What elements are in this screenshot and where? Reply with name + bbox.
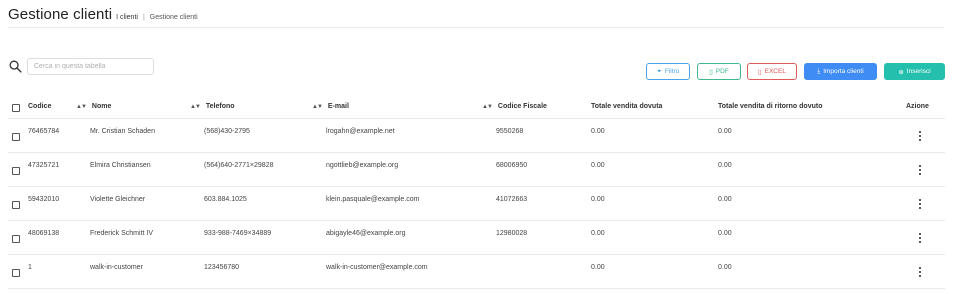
- filter-button-label: Filtro: [664, 68, 680, 75]
- row-actions-kebab-icon[interactable]: [918, 199, 922, 211]
- column-header-tax-code[interactable]: ▲▼ Codice Fiscale: [482, 103, 547, 110]
- cell-total-return-due: 0.00: [718, 128, 732, 135]
- row-checkbox[interactable]: [12, 133, 20, 141]
- import-clients-button[interactable]: ⤓ Importa clienti: [804, 63, 877, 80]
- table-row[interactable]: 47325721 Elmira Christiansen (564)640-27…: [8, 153, 945, 187]
- search-bar: [9, 58, 154, 75]
- cell-code: 1: [28, 264, 32, 271]
- search-input[interactable]: [27, 58, 154, 75]
- cell-tax-code: 9550268: [496, 128, 524, 135]
- cell-name: walk-in-customer: [90, 264, 143, 271]
- column-header-phone[interactable]: ▲▼ Telefono: [190, 103, 235, 110]
- row-actions-kebab-icon[interactable]: [918, 267, 922, 279]
- row-checkbox[interactable]: [12, 201, 20, 209]
- cell-name: Elmira Christiansen: [90, 162, 151, 169]
- column-header-code[interactable]: Codice: [28, 103, 51, 110]
- column-header-total-due[interactable]: Totale vendita dovuta: [591, 103, 662, 110]
- cell-phone: 603.884.1025: [204, 196, 247, 203]
- cell-email: abigayle46@example.org: [326, 230, 406, 237]
- cell-total-due: 0.00: [591, 196, 605, 203]
- row-checkbox[interactable]: [12, 235, 20, 243]
- row-actions-kebab-icon[interactable]: [918, 233, 922, 245]
- table-row[interactable]: 76465784 Mr. Cristian Schaden (568)430-2…: [8, 119, 945, 153]
- row-checkbox[interactable]: [12, 167, 20, 175]
- pdf-export-button[interactable]: ▯ PDF: [697, 63, 741, 80]
- table-row[interactable]: 1 walk-in-customer 123456780 walk-in-cus…: [8, 255, 945, 289]
- sort-icon: ▲▼: [190, 104, 201, 110]
- cell-phone: 123456780: [204, 264, 240, 271]
- cell-phone: 933-988-7469×34889: [204, 230, 272, 237]
- cell-total-due: 0.00: [591, 264, 605, 271]
- row-checkbox[interactable]: [12, 269, 20, 277]
- breadcrumb-current: I clienti: [116, 14, 138, 21]
- cell-code: 47325721: [28, 162, 60, 169]
- cell-phone: (564)640-2771×29828: [204, 162, 274, 169]
- cell-email: ngottlieb@example.org: [326, 162, 399, 169]
- funnel-icon: ⏷: [656, 67, 662, 75]
- pdf-button-label: PDF: [715, 68, 729, 75]
- sort-icon: ▲▼: [312, 104, 323, 110]
- cell-email: walk-in-customer@example.com: [326, 264, 428, 271]
- file-icon: ▯: [709, 68, 713, 76]
- column-header-email-label: E-mail: [327, 103, 349, 110]
- download-icon: ⤓: [817, 67, 821, 75]
- search-icon[interactable]: [9, 60, 22, 73]
- import-button-label: Importa clienti: [823, 68, 864, 75]
- cell-total-return-due: 0.00: [718, 162, 732, 169]
- breadcrumb-link[interactable]: Gestione clienti: [150, 14, 198, 21]
- select-all-checkbox[interactable]: [12, 104, 20, 112]
- cell-name: Frederick Schmitt IV: [90, 230, 154, 237]
- cell-total-due: 0.00: [591, 230, 605, 237]
- file-icon: ▯: [758, 68, 762, 76]
- column-header-actions: Azione: [906, 103, 929, 110]
- cell-code: 59432010: [28, 196, 60, 203]
- cell-tax-code: 41072663: [496, 196, 528, 203]
- breadcrumb-separator: |: [142, 14, 145, 21]
- cell-email: lrogahn@example.net: [326, 128, 395, 135]
- cell-tax-code: 68006950: [496, 162, 528, 169]
- filter-button[interactable]: ⏷ Filtro: [646, 63, 690, 80]
- cell-email: klein.pasquale@example.com: [326, 196, 420, 203]
- column-header-name[interactable]: ▲▼ Nome: [76, 103, 111, 110]
- cell-name: Violette Gleichner: [90, 196, 146, 203]
- column-header-name-label: Nome: [91, 103, 112, 110]
- table-row[interactable]: 48069138 Frederick Schmitt IV 933-988-74…: [8, 221, 945, 255]
- page-header: Gestione clienti I clienti | Gestione cl…: [8, 6, 198, 23]
- column-header-tax-code-label: Codice Fiscale: [497, 103, 547, 110]
- cell-total-return-due: 0.00: [718, 264, 732, 271]
- cell-tax-code: 12980028: [496, 230, 528, 237]
- insert-button-label: Inserisci: [906, 68, 931, 75]
- cell-name: Mr. Cristian Schaden: [90, 128, 155, 135]
- column-header-phone-label: Telefono: [205, 103, 235, 110]
- cell-total-due: 0.00: [591, 162, 605, 169]
- plus-circle-icon: ⊕: [898, 68, 904, 76]
- excel-export-button[interactable]: ▯ EXCEL: [747, 63, 797, 80]
- cell-total-return-due: 0.00: [718, 196, 732, 203]
- sort-icon: ▲▼: [482, 104, 493, 110]
- table-header: Codice ▲▼ Nome ▲▼ Telefono ▲▼ E-mail ▲▼ Codi…: [8, 96, 945, 119]
- cell-code: 48069138: [28, 230, 60, 237]
- row-actions-kebab-icon[interactable]: [918, 131, 922, 143]
- excel-button-label: EXCEL: [764, 68, 786, 75]
- cell-total-return-due: 0.00: [718, 230, 732, 237]
- sort-icon: ▲▼: [76, 104, 87, 110]
- column-header-total-return-due[interactable]: Totale vendita di ritorno dovuto: [718, 103, 822, 110]
- clients-table: Codice ▲▼ Nome ▲▼ Telefono ▲▼ E-mail ▲▼ Codi…: [8, 96, 945, 289]
- cell-total-due: 0.00: [591, 128, 605, 135]
- cell-phone: (568)430-2795: [204, 128, 250, 135]
- insert-button[interactable]: ⊕ Inserisci: [884, 63, 945, 80]
- page-title: Gestione clienti: [8, 6, 113, 23]
- cell-code: 76465784: [28, 128, 60, 135]
- header-divider: [8, 27, 944, 28]
- table-row[interactable]: 59432010 Violette Gleichner 603.884.1025…: [8, 187, 945, 221]
- row-actions-kebab-icon[interactable]: [918, 165, 922, 177]
- column-header-email[interactable]: ▲▼ E-mail: [312, 103, 349, 110]
